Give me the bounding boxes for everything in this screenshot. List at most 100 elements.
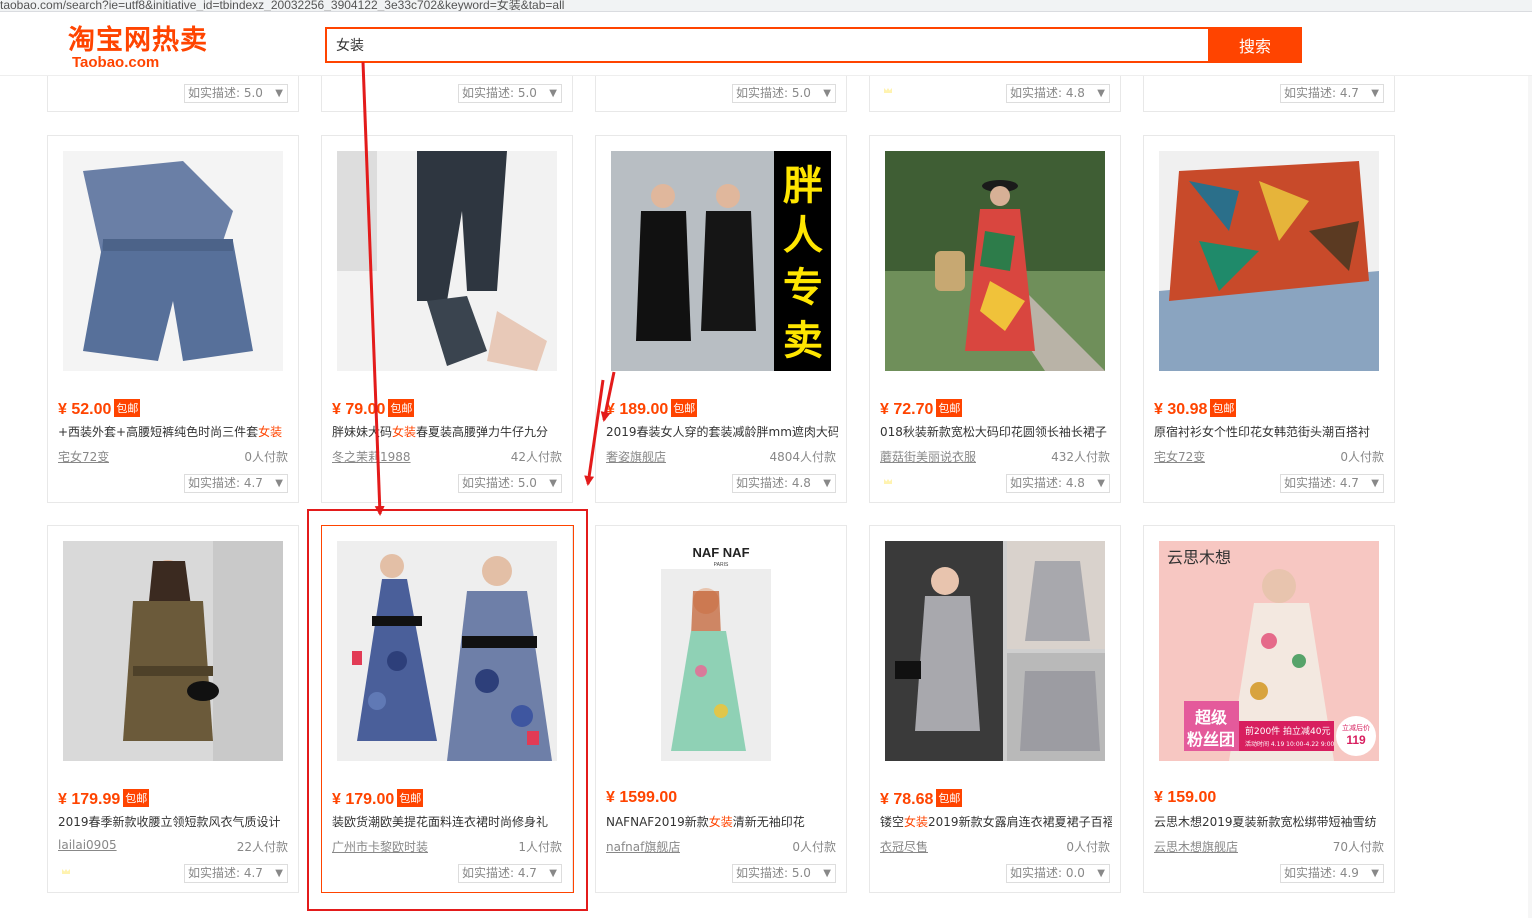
product-title[interactable]: 云思木想2019夏装新款宽松绑带短袖雪纺 bbox=[1154, 813, 1386, 830]
sales-count: 42人付款 bbox=[510, 450, 562, 464]
search-button[interactable]: 搜索 bbox=[1208, 27, 1302, 63]
product-image[interactable] bbox=[63, 151, 283, 371]
shop-link[interactable]: 奢姿旗舰店 bbox=[606, 448, 666, 465]
rating-select[interactable]: 如实描述: 4.7 ▼ bbox=[184, 474, 288, 493]
rating-select[interactable]: 如实描述: 5.0 ▼ bbox=[184, 84, 288, 103]
product-image[interactable] bbox=[63, 541, 283, 761]
logo-text: 淘宝网热卖 bbox=[68, 25, 208, 56]
crown-icon bbox=[880, 474, 896, 490]
chevron-down-icon: ▼ bbox=[823, 478, 831, 489]
product-card[interactable]: 胖 人 专 卖 ¥ 189.00 包邮 2019春装女人穿的套装减龄胖mm遮肉大码 奢姿… bbox=[595, 135, 847, 503]
rating-value: 如实描述: 4.9 bbox=[1284, 866, 1359, 880]
product-title[interactable]: 装欧货潮欧美提花面料连衣裙时尚修身礼 bbox=[332, 813, 564, 830]
shop-link[interactable]: 蘑菇街美丽说衣服 bbox=[880, 448, 976, 465]
rating-select[interactable]: 如实描述: 5.0 ▼ bbox=[732, 864, 836, 883]
product-title[interactable]: 018秋装新款宽松大码印花圆领长袖长裙子 bbox=[880, 423, 1112, 440]
icon-placeholder bbox=[332, 864, 348, 880]
product-image[interactable] bbox=[337, 541, 557, 761]
sales-count: 22人付款 bbox=[236, 840, 288, 854]
shop-link[interactable]: 冬之茉莉1988 bbox=[332, 448, 411, 465]
shop-link[interactable]: lailai0905 bbox=[58, 838, 117, 852]
svg-text:PARIS: PARIS bbox=[714, 562, 729, 568]
title-text: +西装外套+高腰短裤纯色时尚三件套 bbox=[58, 425, 259, 439]
icon-placeholder bbox=[880, 864, 896, 880]
product-price: ¥ 179.00 包邮 bbox=[332, 789, 424, 809]
product-card[interactable]: 云思木想 超级 粉丝团 前200件 拍立减40元 活动时间 4.19 10:00… bbox=[1143, 525, 1395, 893]
rating-select[interactable]: 如实描述: 4.9 ▼ bbox=[1280, 864, 1384, 883]
product-image[interactable] bbox=[337, 151, 557, 371]
chevron-down-icon: ▼ bbox=[1371, 478, 1379, 489]
product-card[interactable]: NAF NAF PARIS ¥ 1599.00 NAFNAF2019新款女装清新无… bbox=[595, 525, 847, 893]
product-title[interactable]: NAFNAF2019新款女装清新无袖印花 bbox=[606, 813, 838, 830]
rating-select[interactable]: 如实描述: 5.0 ▼ bbox=[732, 84, 836, 103]
rating-select[interactable]: 如实描述: 4.8 ▼ bbox=[1006, 474, 1110, 493]
rating-select[interactable]: 如实描述: 0.0 ▼ bbox=[1006, 864, 1110, 883]
sales-count: 0人付款 bbox=[244, 450, 288, 464]
svg-text:超级: 超级 bbox=[1194, 708, 1228, 727]
rating-select[interactable]: 如实描述: 5.0 ▼ bbox=[458, 474, 562, 493]
product-price: ¥ 78.68 包邮 bbox=[880, 789, 963, 809]
rating-value: 如实描述: 4.8 bbox=[1010, 476, 1085, 490]
product-card[interactable]: ¥ 179.99 包邮 2019春季新款收腰立领短款风衣气质设计 lailai0905… bbox=[47, 525, 299, 893]
page-scrollbar[interactable] bbox=[1528, 12, 1532, 918]
free-shipping-badge: 包邮 bbox=[388, 399, 415, 417]
title-text: 胖妹妹大码 bbox=[332, 425, 393, 439]
product-image[interactable] bbox=[885, 541, 1105, 761]
product-title[interactable]: 胖妹妹大码女装春夏装高腰弹力牛仔九分 bbox=[332, 423, 564, 440]
rating-value: 如实描述: 4.8 bbox=[736, 476, 811, 490]
sales-count: 0人付款 bbox=[1340, 450, 1384, 464]
chevron-down-icon: ▼ bbox=[275, 868, 283, 879]
product-price: ¥ 79.00 包邮 bbox=[332, 399, 415, 419]
product-card[interactable]: ¥ 78.68 包邮 镂空女装2019新款女露肩连衣裙夏裙子百褶 衣冠尽售 0人付款 如实… bbox=[869, 525, 1121, 893]
product-image[interactable]: NAF NAF PARIS bbox=[611, 541, 831, 761]
product-image[interactable] bbox=[1159, 151, 1379, 371]
product-title[interactable]: 原宿衬衫女个性印花女韩范街头潮百搭衬 bbox=[1154, 423, 1386, 440]
product-title[interactable]: +西装外套+高腰短裤纯色时尚三件套女装 bbox=[58, 423, 290, 440]
product-card[interactable]: ¥ 52.00 包邮 +西装外套+高腰短裤纯色时尚三件套女装 宅女72变 0人付款 如实描… bbox=[47, 135, 299, 503]
product-image[interactable] bbox=[885, 151, 1105, 371]
icon-placeholder bbox=[332, 83, 348, 99]
price-value: ¥ 179.00 bbox=[332, 791, 395, 808]
taobao-logo[interactable]: 淘宝网热卖 Taobao.com bbox=[68, 18, 243, 74]
rating-select[interactable]: 如实描述: 4.7 ▼ bbox=[184, 864, 288, 883]
product-card[interactable]: ¥ 72.70 包邮 018秋装新款宽松大码印花圆领长袖长裙子 蘑菇街美丽说衣服 432… bbox=[869, 135, 1121, 503]
shop-link[interactable]: 宅女72变 bbox=[1154, 448, 1205, 465]
browser-url-bar[interactable]: taobao.com/search?ie=utf8&initiative_id=… bbox=[0, 0, 1532, 12]
free-shipping-badge: 包邮 bbox=[671, 399, 698, 417]
free-shipping-badge: 包邮 bbox=[123, 789, 150, 807]
rating-select[interactable]: 如实描述: 5.0 ▼ bbox=[458, 84, 562, 103]
product-card-partial: 如实描述: 4.7 ▼ bbox=[1143, 75, 1395, 112]
svg-text:NAF NAF: NAF NAF bbox=[692, 545, 749, 560]
rating-select[interactable]: 如实描述: 4.8 ▼ bbox=[1006, 84, 1110, 103]
shop-link[interactable]: nafnaf旗舰店 bbox=[606, 838, 680, 855]
sales-count: 432人付款 bbox=[1051, 450, 1110, 464]
rating-value: 如实描述: 4.7 bbox=[188, 866, 263, 880]
svg-text:119: 119 bbox=[1346, 733, 1366, 747]
site-header: 淘宝网热卖 Taobao.com 搜索 bbox=[0, 12, 1532, 76]
product-image[interactable]: 胖 人 专 卖 bbox=[611, 151, 831, 371]
shop-link[interactable]: 云思木想旗舰店 bbox=[1154, 838, 1238, 855]
product-card[interactable]: ¥ 79.00 包邮胖妹妹大码女装春夏装高腰弹力牛仔九分 冬之茉莉1988 42人付款… bbox=[321, 135, 573, 503]
rating-select[interactable]: 如实描述: 4.7 ▼ bbox=[1280, 84, 1384, 103]
product-title[interactable]: 2019春季新款收腰立领短款风衣气质设计 bbox=[58, 813, 290, 830]
shop-link[interactable]: 宅女72变 bbox=[58, 448, 109, 465]
product-card[interactable]: ¥ 30.98 包邮 原宿衬衫女个性印花女韩范街头潮百搭衬 宅女72变 0人付款 如实描述… bbox=[1143, 135, 1395, 503]
product-title[interactable]: 2019春装女人穿的套装减龄胖mm遮肉大码 bbox=[606, 423, 838, 440]
search-input[interactable] bbox=[327, 29, 1209, 61]
title-keyword: 女装 bbox=[392, 425, 417, 439]
rating-value: 如实描述: 4.7 bbox=[462, 866, 537, 880]
rating-select[interactable]: 如实描述: 4.7 ▼ bbox=[458, 864, 562, 883]
product-card[interactable]: ¥ 179.00 包邮 装欧货潮欧美提花面料连衣裙时尚修身礼 广州市卡黎欧时装 1人付款… bbox=[321, 525, 573, 893]
product-title[interactable]: 镂空女装2019新款女露肩连衣裙夏裙子百褶 bbox=[880, 813, 1112, 830]
rating-select[interactable]: 如实描述: 4.7 ▼ bbox=[1280, 474, 1384, 493]
rating-value: 如实描述: 5.0 bbox=[736, 86, 811, 100]
title-text: 清新无袖印花 bbox=[732, 815, 805, 829]
product-card-partial: 如实描述: 5.0 ▼ bbox=[321, 75, 573, 112]
shop-link[interactable]: 广州市卡黎欧时装 bbox=[332, 838, 428, 855]
shop-link[interactable]: 衣冠尽售 bbox=[880, 838, 928, 855]
product-image[interactable]: 云思木想 超级 粉丝团 前200件 拍立减40元 活动时间 4.19 10:00… bbox=[1159, 541, 1379, 761]
free-shipping-badge: 包邮 bbox=[1210, 399, 1237, 417]
product-card-partial: 如实描述: 5.0 ▼ bbox=[47, 75, 299, 112]
rating-select[interactable]: 如实描述: 4.8 ▼ bbox=[732, 474, 836, 493]
title-keyword: 女装 bbox=[708, 815, 733, 829]
